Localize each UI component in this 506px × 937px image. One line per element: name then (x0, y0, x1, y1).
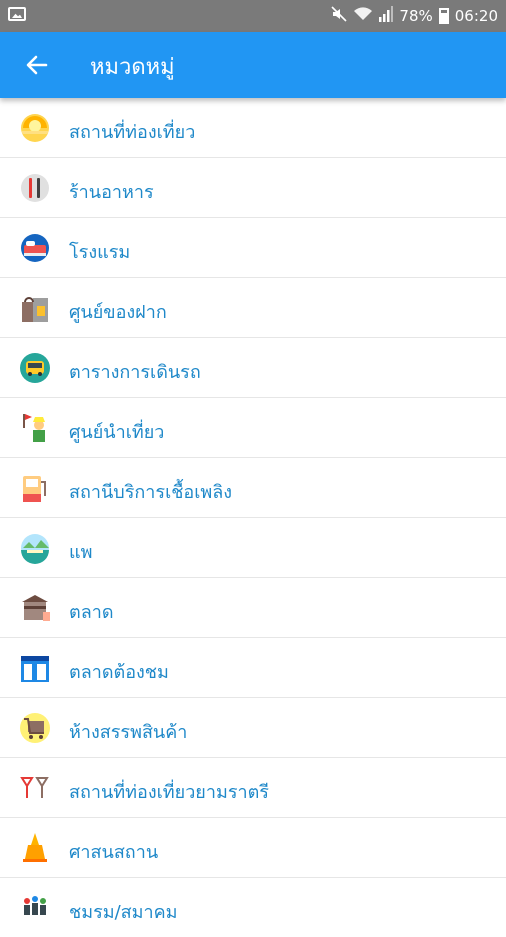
tour-guide-icon (23, 414, 45, 442)
category-label: ศูนย์ของฝาก (69, 302, 167, 323)
fuel-pump-icon (23, 476, 46, 502)
bus-icon (20, 353, 50, 383)
raft-icon (21, 534, 49, 564)
category-list: สถานที่ท่องเที่ยว ร้านอาหาร โรงแรม ศูนย์… (0, 98, 506, 937)
status-bar: 78% 06:20 (0, 0, 506, 32)
back-button[interactable] (22, 50, 52, 80)
category-label: สถานีบริการเชื้อเพลิง (69, 482, 233, 503)
category-item-nightlife[interactable]: สถานที่ท่องเที่ยวยามราตรี (0, 758, 506, 818)
category-label: สถานที่ท่องเที่ยว (69, 122, 196, 143)
category-label: โรงแรม (69, 242, 131, 263)
shop-icon (21, 656, 49, 682)
category-item-religious-site[interactable]: ศาสนสถาน (0, 818, 506, 878)
category-label: ตลาด (69, 602, 114, 623)
category-item-market[interactable]: ตลาด (0, 578, 506, 638)
sun-icon (21, 114, 49, 142)
battery-percent: 78% (399, 7, 433, 25)
app-bar: หมวดหมู่ (0, 32, 506, 98)
category-item-attractions[interactable]: สถานที่ท่องเที่ยว (0, 98, 506, 158)
status-indicators: 78% 06:20 (331, 6, 498, 26)
category-label: ตลาดต้องชม (69, 662, 169, 683)
temple-icon (23, 833, 47, 862)
category-item-hotel[interactable]: โรงแรม (0, 218, 506, 278)
gift-bag-icon (22, 297, 48, 322)
people-icon (24, 896, 46, 915)
page-title: หมวดหมู่ (90, 55, 175, 80)
category-label: ร้านอาหาร (69, 182, 154, 203)
category-label: ห้างสรรพสินค้า (69, 722, 188, 743)
fork-knife-icon (21, 174, 49, 202)
clock: 06:20 (454, 7, 498, 25)
signal-icon (379, 6, 394, 26)
category-item-department-store[interactable]: ห้างสรรพสินค้า (0, 698, 506, 758)
category-label: ศาสนสถาน (69, 842, 159, 863)
category-item-restaurant[interactable]: ร้านอาหาร (0, 158, 506, 218)
category-item-raft[interactable]: แพ (0, 518, 506, 578)
arrow-left-icon (26, 55, 48, 75)
cocktail-glass-icon (20, 777, 49, 798)
category-item-souvenir[interactable]: ศูนย์ของฝาก (0, 278, 506, 338)
category-label: ตารางการเดินรถ (69, 362, 201, 383)
category-item-must-see-market[interactable]: ตลาดต้องชม (0, 638, 506, 698)
category-label: แพ (69, 542, 93, 563)
bed-icon (21, 234, 49, 262)
category-item-clubs[interactable]: ชมรม/สมาคม (0, 878, 506, 937)
category-label: ศูนย์นำเที่ยว (69, 422, 165, 443)
category-label: ชมรม/สมาคม (69, 902, 178, 923)
category-item-gas-station[interactable]: สถานีบริการเชื้อเพลิง (0, 458, 506, 518)
market-icon (22, 595, 50, 621)
battery-icon (438, 8, 449, 24)
mute-icon (331, 6, 347, 26)
category-item-bus-schedule[interactable]: ตารางการเดินรถ (0, 338, 506, 398)
gallery-notification-icon (8, 7, 26, 21)
wifi-icon (353, 6, 373, 26)
category-label: สถานที่ท่องเที่ยวยามราตรี (69, 782, 269, 803)
category-item-tour-center[interactable]: ศูนย์นำเที่ยว (0, 398, 506, 458)
shopping-cart-icon (20, 713, 50, 743)
